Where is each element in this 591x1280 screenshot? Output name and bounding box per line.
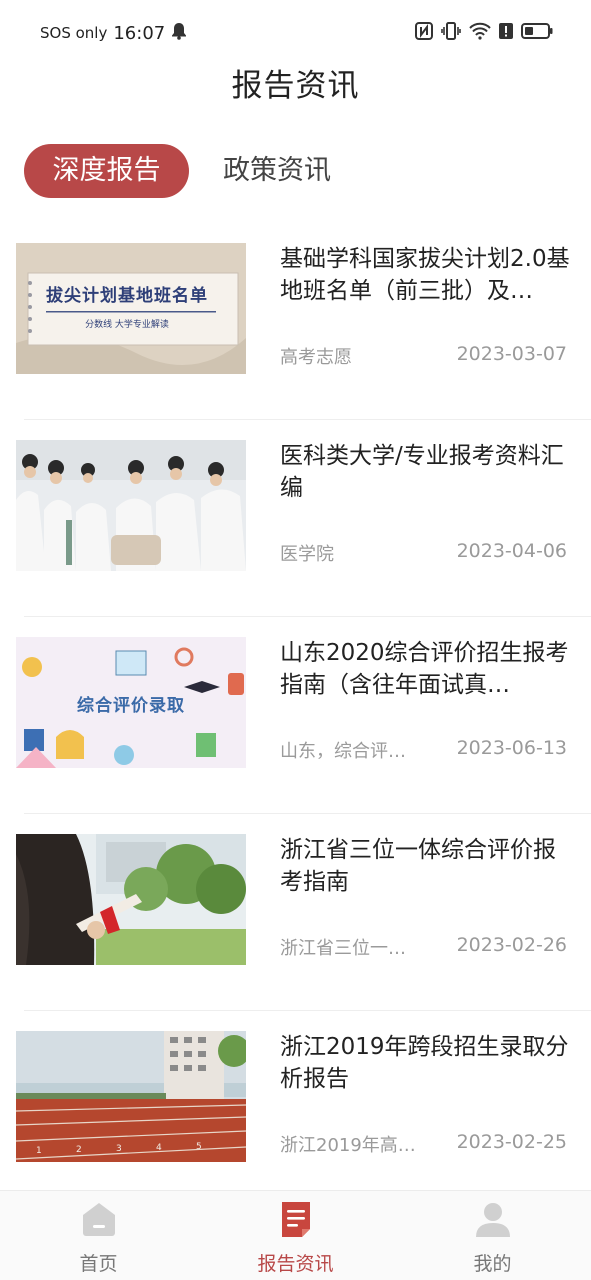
page-title: 报告资讯 (231, 68, 360, 104)
list-item[interactable]: 拔尖计划基地班名单 分数线 大学专业解读 基础学科国家拔尖计划2.0基地班名单（… (0, 223, 591, 420)
thumbnail-caption: 综合评价录取 (77, 696, 185, 716)
nav-label: 首页 (79, 1253, 118, 1275)
article-tag: 高考志愿 (280, 347, 352, 368)
article-thumbnail (16, 834, 246, 965)
list-item[interactable]: 综合评价录取 山东2020综合评价招生报考指南（含往年面试真… 山东，综合评… … (0, 617, 591, 814)
article-date: 2023-02-25 (456, 1131, 567, 1153)
app-screen: SOS only 16:07 报告资讯 深度报告 政策资讯 拔尖计划基地班名单 … (0, 0, 591, 1280)
tab-policy-news[interactable]: 政策资讯 (223, 144, 331, 198)
article-title[interactable]: 基础学科国家拔尖计划2.0基地班名单（前三批）及… (280, 243, 570, 307)
tab-bar: 深度报告 政策资讯 (24, 144, 331, 198)
home-icon (79, 1199, 119, 1239)
vibrate-icon (441, 22, 461, 44)
report-icon (276, 1199, 316, 1239)
bottom-nav: 首页 报告资讯 我的 (0, 1190, 591, 1280)
article-list: 拔尖计划基地班名单 分数线 大学专业解读 基础学科国家拔尖计划2.0基地班名单（… (0, 223, 591, 1208)
tab-deep-report[interactable]: 深度报告 (24, 144, 189, 198)
article-date: 2023-04-06 (456, 540, 567, 562)
article-title[interactable]: 浙江省三位一体综合评价报考指南 (280, 834, 570, 898)
svg-text:5: 5 (196, 1142, 202, 1152)
status-bar: SOS only 16:07 (0, 0, 591, 66)
nav-label: 我的 (473, 1253, 512, 1275)
svg-text:1: 1 (36, 1146, 42, 1156)
bell-icon (171, 22, 187, 44)
article-tag: 山东，综合评… (280, 741, 406, 762)
article-title[interactable]: 山东2020综合评价招生报考指南（含往年面试真… (280, 637, 570, 701)
profile-icon (473, 1199, 513, 1239)
article-tag: 浙江省三位一… (280, 938, 406, 959)
article-thumbnail: 综合评价录取 (16, 637, 246, 768)
nav-report[interactable]: 报告资讯 (197, 1191, 394, 1280)
svg-text:2: 2 (76, 1145, 82, 1155)
battery-icon (521, 22, 553, 44)
article-tag: 浙江2019年高… (280, 1135, 416, 1156)
article-thumbnail: 1 2 3 4 5 (16, 1031, 246, 1162)
carrier-status: SOS only (40, 24, 108, 42)
article-date: 2023-06-13 (456, 737, 567, 759)
alert-icon (499, 22, 513, 44)
list-item[interactable]: 医科类大学/专业报考资料汇编 医学院 2023-04-06 (0, 420, 591, 617)
thumbnail-subcaption: 分数线 大学专业解读 (85, 320, 169, 330)
svg-text:4: 4 (156, 1143, 162, 1153)
article-date: 2023-02-26 (456, 934, 567, 956)
list-item[interactable]: 1 2 3 4 5 浙江2019年跨段招生录取分析报告 浙江2019年高… 2023-0… (0, 1011, 591, 1208)
article-thumbnail (16, 440, 246, 571)
nav-profile[interactable]: 我的 (394, 1191, 591, 1280)
clock: 16:07 (113, 22, 166, 44)
article-thumbnail: 拔尖计划基地班名单 分数线 大学专业解读 (16, 243, 246, 374)
article-tag: 医学院 (280, 544, 334, 565)
nav-label: 报告资讯 (257, 1253, 334, 1275)
svg-text:3: 3 (116, 1144, 122, 1154)
article-title[interactable]: 浙江2019年跨段招生录取分析报告 (280, 1031, 570, 1095)
wifi-icon (469, 22, 491, 44)
article-date: 2023-03-07 (456, 343, 567, 365)
nav-home[interactable]: 首页 (0, 1191, 197, 1280)
article-title[interactable]: 医科类大学/专业报考资料汇编 (280, 440, 570, 504)
list-item[interactable]: 浙江省三位一体综合评价报考指南 浙江省三位一… 2023-02-26 (0, 814, 591, 1011)
thumbnail-caption: 拔尖计划基地班名单 (46, 286, 208, 306)
nfc-icon (415, 22, 433, 44)
